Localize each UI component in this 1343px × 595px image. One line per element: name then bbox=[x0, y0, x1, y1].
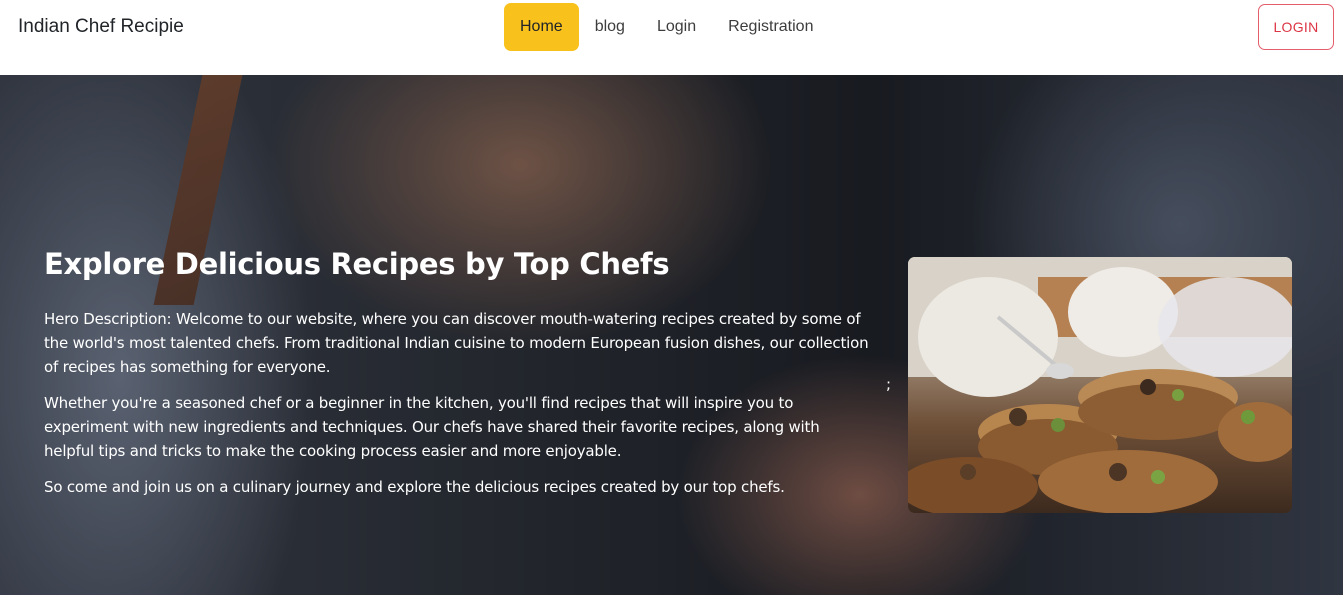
hero-paragraph: Hero Description: Welcome to our website… bbox=[44, 310, 869, 376]
stray-text: ; bbox=[886, 375, 892, 393]
food-plating-illustration bbox=[908, 257, 1292, 513]
nav-blog[interactable]: blog bbox=[579, 3, 641, 51]
hero-paragraph: Whether you're a seasoned chef or a begi… bbox=[44, 394, 820, 460]
hero-description: Hero Description: Welcome to our website… bbox=[44, 307, 874, 511]
login-button[interactable]: LOGIN bbox=[1258, 4, 1334, 50]
hero-paragraph: So come and join us on a culinary journe… bbox=[44, 478, 785, 496]
brand-logo[interactable]: Indian Chef Recipie bbox=[18, 16, 184, 38]
navbar: Indian Chef Recipie Home blog Login Regi… bbox=[0, 0, 1343, 75]
nav-links: Home blog Login Registration bbox=[504, 3, 829, 51]
nav-login[interactable]: Login bbox=[641, 3, 712, 51]
nav-home[interactable]: Home bbox=[504, 3, 579, 51]
nav-registration[interactable]: Registration bbox=[712, 3, 829, 51]
hero-food-image bbox=[908, 257, 1292, 513]
hero-section: Explore Delicious Recipes by Top Chefs H… bbox=[0, 75, 1343, 595]
hero-title: Explore Delicious Recipes by Top Chefs bbox=[44, 247, 670, 281]
